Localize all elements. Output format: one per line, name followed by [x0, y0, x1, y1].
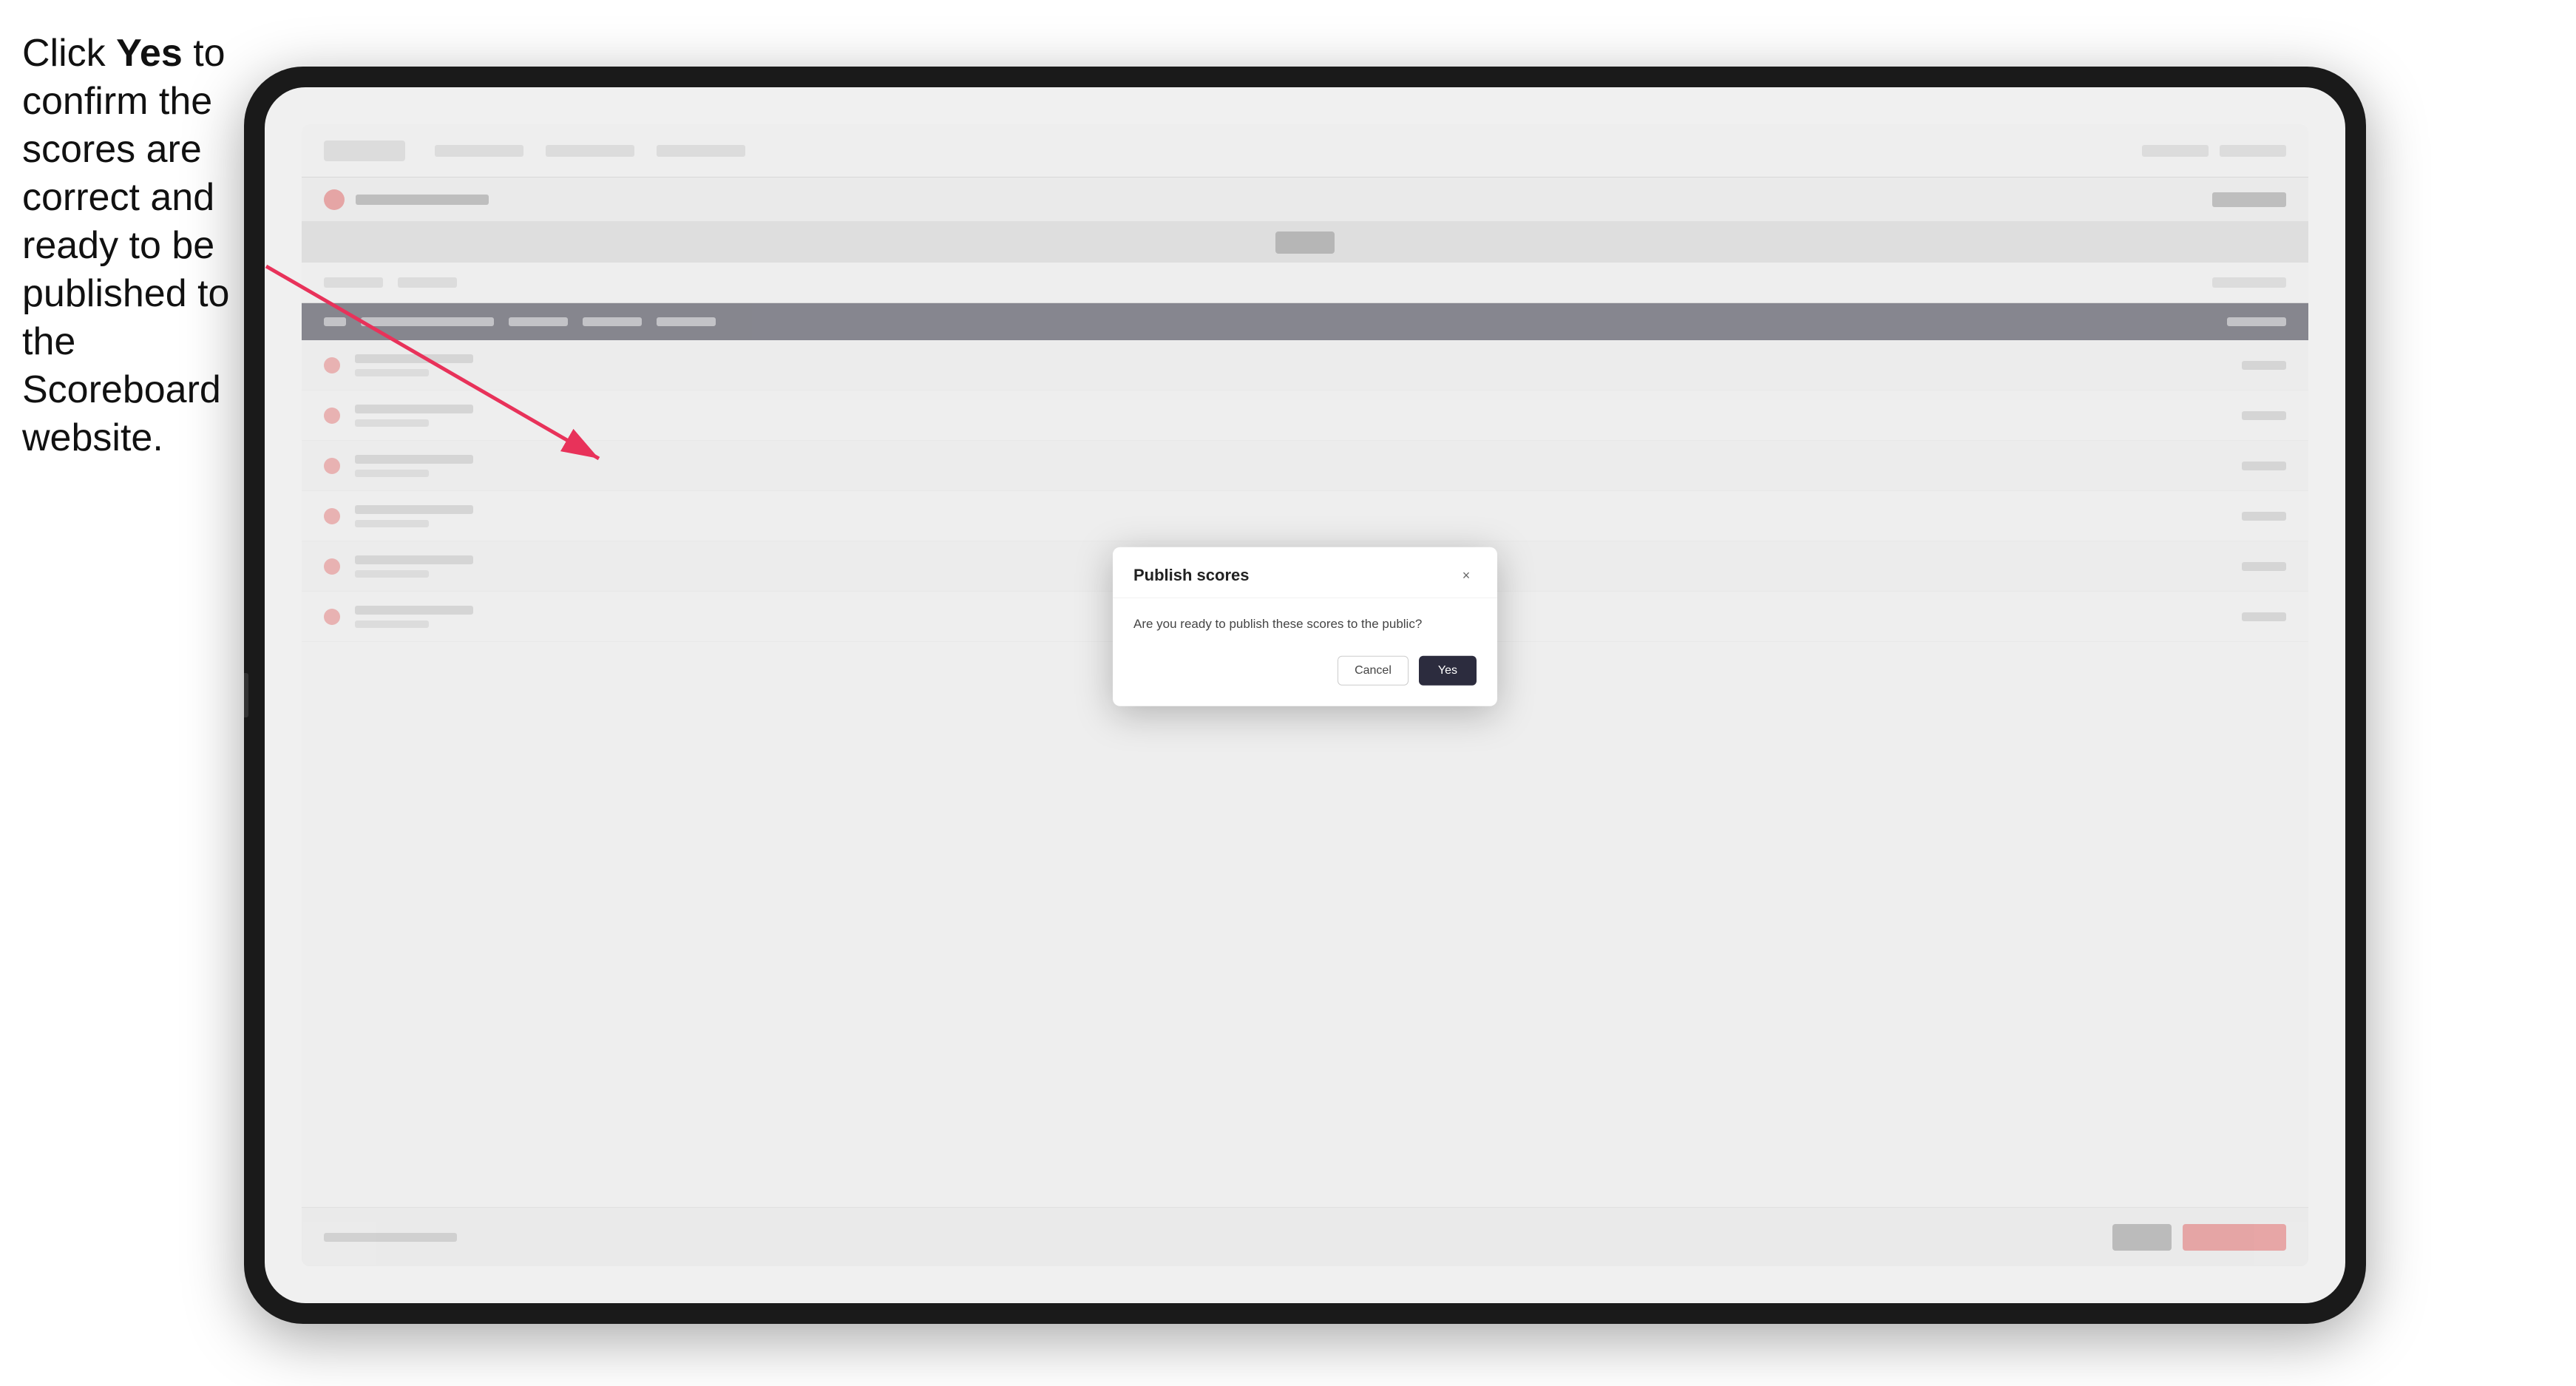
- modal-actions: Cancel Yes: [1133, 656, 1477, 686]
- modal-message: Are you ready to publish these scores to…: [1133, 615, 1477, 634]
- modal-header: Publish scores ×: [1113, 547, 1497, 598]
- instruction-bold: Yes: [116, 32, 183, 75]
- modal-body: Are you ready to publish these scores to…: [1113, 598, 1497, 706]
- tablet-side-button: [244, 673, 248, 717]
- instruction-suffix: to confirm the scores are correct and re…: [22, 32, 229, 459]
- tablet-inner: Publish scores × Are you ready to publis…: [265, 87, 2345, 1303]
- cancel-button[interactable]: Cancel: [1338, 656, 1409, 686]
- tablet-device: Publish scores × Are you ready to publis…: [244, 67, 2366, 1324]
- modal-title: Publish scores: [1133, 566, 1250, 585]
- modal-close-button[interactable]: ×: [1456, 565, 1477, 586]
- screen: Publish scores × Are you ready to publis…: [302, 124, 2308, 1266]
- instruction-text: Click Yes to confirm the scores are corr…: [22, 30, 237, 462]
- publish-scores-dialog: Publish scores × Are you ready to publis…: [1113, 547, 1497, 706]
- yes-button[interactable]: Yes: [1419, 656, 1477, 686]
- instruction-prefix: Click: [22, 32, 116, 75]
